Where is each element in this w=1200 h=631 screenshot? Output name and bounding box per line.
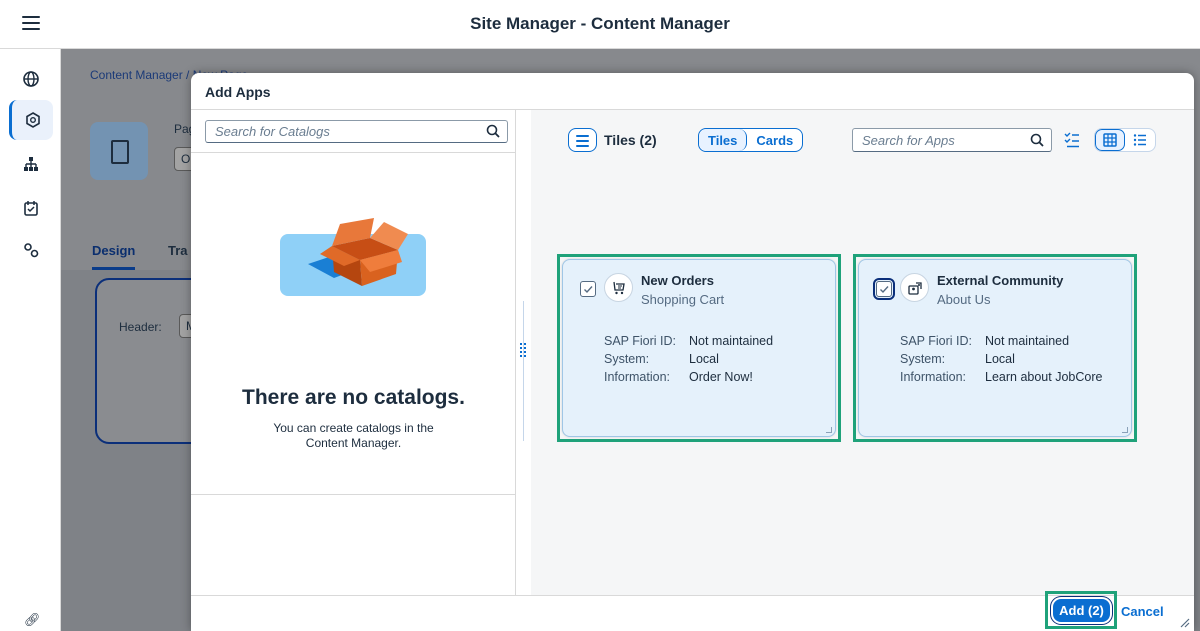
settings-icon[interactable] [9,230,53,270]
dialog-header: Add Apps [191,73,1194,110]
tile-checkbox[interactable] [873,278,895,300]
tile-avatar [604,273,633,302]
checkmark-icon [880,286,889,294]
dialog-title: Add Apps [205,84,271,100]
property-value: Learn about JobCore [985,370,1103,384]
header-label: Header: [119,320,162,334]
empty-box-illustration [280,218,426,296]
tab-translation[interactable]: Tra [168,243,188,258]
property-label: Information: [604,370,671,384]
apps-pane: Tiles (2) Tiles Cards Search for Apps Ne… [531,110,1194,595]
inbox-icon[interactable] [9,188,53,228]
community-icon [907,281,922,295]
property-value: Local [985,352,1015,366]
globe-icon[interactable] [9,59,53,99]
property-label: SAP Fiori ID: [604,334,677,348]
catalog-search [205,120,508,143]
resize-handle-icon[interactable] [1180,618,1190,628]
tile-highlight: External Community About Us SAP Fiori ID… [853,254,1137,442]
cancel-button[interactable]: Cancel [1121,604,1164,619]
property-value: Not maintained [689,334,774,348]
property-label: SAP Fiori ID: [900,334,973,348]
property-row: Information: Order Now! [604,368,773,386]
add-apps-dialog: Add Apps There are no catalogs. You can … [191,73,1194,631]
add-button[interactable]: Add (2) [1053,599,1110,622]
property-row: SAP Fiori ID: Not maintained [604,332,773,350]
dialog-footer [191,595,1194,631]
layout-segmented-button [1094,128,1156,152]
app-search-input[interactable] [853,129,1023,151]
property-row: System: Local [604,350,773,368]
app-search [852,128,1052,152]
empty-state-title: There are no catalogs. [242,386,465,409]
page-icon [90,122,148,180]
search-icon[interactable] [486,124,500,138]
tile-properties: SAP Fiori ID: Not maintained System: Local… [900,332,1102,386]
checkmark-icon [584,286,593,294]
view-type-segmented-button: Tiles Cards [698,128,804,152]
shopping-cart-icon [612,281,625,294]
list-view-icon[interactable] [1125,129,1155,151]
add-button-highlight: Add (2) [1045,591,1117,629]
tile-subtitle: Shopping Cart [641,292,725,307]
divider [191,152,516,153]
property-row: System: Local [900,350,1102,368]
splitter-grip-icon[interactable] [520,343,528,359]
tile-avatar [900,273,929,302]
app-tile[interactable]: New Orders Shopping Cart SAP Fiori ID: No… [562,259,836,437]
property-value: Local [689,352,719,366]
property-label: System: [604,352,650,366]
splitter-line [523,301,524,441]
multi-select-icon[interactable] [1064,131,1080,149]
catalogs-pane: There are no catalogs. You can create ca… [191,110,516,595]
list-toggle-button[interactable] [568,128,597,152]
property-value: Not maintained [985,334,1070,348]
tab-design[interactable]: Design [92,243,136,270]
content-manager-icon[interactable] [9,100,53,140]
catalog-search-input[interactable] [206,121,476,142]
property-label: System: [900,352,946,366]
tile-title: New Orders [641,273,714,288]
shell-bar: Site Manager - Content Manager [0,0,1200,49]
property-row: Information: Learn about JobCore [900,368,1102,386]
tile-resize-icon [826,427,832,433]
app-title: Site Manager - Content Manager [470,14,730,33]
tile-resize-icon [1122,427,1128,433]
tile-properties: SAP Fiori ID: Not maintained System: Local… [604,332,773,386]
tile-checkbox[interactable] [580,281,596,297]
link-icon[interactable]: 🔗︎ [24,612,44,627]
property-label: Information: [900,370,967,384]
search-icon[interactable] [1030,133,1044,147]
tile-subtitle: About Us [937,292,991,307]
tiles-count: Tiles (2) [604,132,657,148]
app-tile[interactable]: External Community About Us SAP Fiori ID… [858,259,1132,437]
grid-view-icon[interactable] [1095,129,1125,151]
property-row: SAP Fiori ID: Not maintained [900,332,1102,350]
tile-highlight: New Orders Shopping Cart SAP Fiori ID: No… [557,254,841,442]
site-hierarchy-icon[interactable] [9,144,53,184]
divider [191,494,516,495]
cards-segment[interactable]: Cards [747,129,802,151]
empty-state-description: You can create catalogs in the Content M… [273,421,434,450]
tiles-segment[interactable]: Tiles [699,129,748,151]
property-value: Order Now! [689,370,753,384]
tile-title: External Community [937,273,1064,288]
side-navigation: 🔗︎ [0,49,61,631]
